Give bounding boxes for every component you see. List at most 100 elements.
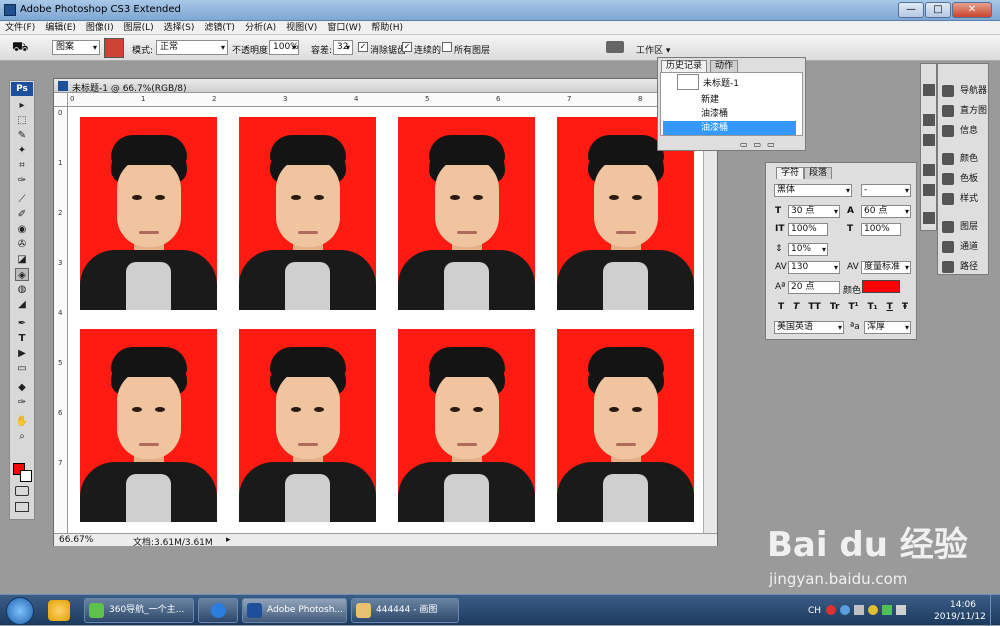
dock-styles[interactable]: 样式: [938, 190, 1000, 208]
dock-color[interactable]: 颜色: [938, 150, 1000, 168]
volume-icon[interactable]: [896, 605, 906, 615]
dock-histogram[interactable]: 直方图: [938, 102, 1000, 120]
history-item-paint-bucket-selected[interactable]: 油漆桶: [663, 121, 796, 135]
tab-paragraph[interactable]: 段落: [804, 167, 833, 179]
snapshot-thumbnail[interactable]: [677, 74, 699, 90]
brush-tool-icon[interactable]: ✐: [15, 208, 29, 221]
notes-tool-icon[interactable]: ◆: [15, 381, 29, 394]
help-icon[interactable]: [840, 605, 850, 615]
status-menu-arrow[interactable]: ▸: [226, 535, 231, 545]
language-select[interactable]: 美国英语: [774, 321, 844, 334]
subscript-button[interactable]: T₁: [868, 302, 878, 312]
underline-button[interactable]: T: [887, 302, 893, 312]
type-tool-icon[interactable]: T: [15, 332, 29, 345]
text-color-swatch[interactable]: [862, 280, 900, 293]
baseline-shift-input[interactable]: 20 点: [788, 281, 840, 294]
menu-file[interactable]: 文件(F): [0, 21, 40, 34]
menu-help[interactable]: 帮助(H): [366, 21, 408, 34]
layer-comps-icon[interactable]: [923, 134, 935, 146]
tab-actions[interactable]: 动作: [710, 60, 739, 72]
tolerance-input[interactable]: 32: [333, 40, 353, 55]
network-icon[interactable]: [882, 605, 892, 615]
tray-app-icon[interactable]: [868, 605, 878, 615]
menu-select[interactable]: 选择(S): [159, 21, 200, 34]
palette-well-icon[interactable]: [606, 41, 624, 53]
history-item-new[interactable]: 新建: [663, 93, 796, 107]
rectangle-tool-icon[interactable]: ▭: [15, 362, 29, 375]
menu-layer[interactable]: 图层(L): [119, 21, 159, 34]
eraser-tool-icon[interactable]: ◪: [15, 253, 29, 266]
tray-icon[interactable]: [826, 605, 836, 615]
menu-window[interactable]: 窗口(W): [322, 21, 366, 34]
baseline-scale-input[interactable]: 10%: [788, 243, 828, 256]
path-selection-tool-icon[interactable]: ▶: [15, 347, 29, 360]
move-tool-icon[interactable]: ▸: [15, 99, 29, 112]
paint-bucket-tool-preset-icon[interactable]: ⛟: [12, 40, 38, 56]
menu-edit[interactable]: 编辑(E): [40, 21, 81, 34]
snapshot-name[interactable]: 未标题-1: [703, 76, 739, 89]
faux-italic-button[interactable]: T: [793, 302, 799, 312]
tab-character[interactable]: 字符: [776, 167, 805, 179]
leading-input[interactable]: 60 点: [861, 205, 911, 218]
dock-navigator[interactable]: 导航器: [938, 82, 1000, 100]
close-button[interactable]: ✕: [952, 2, 992, 18]
dock-swatches[interactable]: 色板: [938, 170, 1000, 188]
font-style-select[interactable]: -: [861, 184, 911, 197]
history-panel-buttons[interactable]: ▭▭▭: [740, 140, 800, 149]
slice-tool-icon[interactable]: ✑: [15, 174, 29, 187]
clock-time[interactable]: 14:06: [950, 600, 976, 610]
background-color-swatch[interactable]: [20, 470, 32, 482]
quick-mask-icon[interactable]: [15, 486, 29, 496]
eyedropper-tool-icon[interactable]: ✑: [15, 396, 29, 409]
clone-source-icon[interactable]: [923, 212, 935, 224]
tab-history[interactable]: 历史记录: [661, 60, 708, 72]
task-sogou[interactable]: [198, 598, 238, 623]
screen-mode-icon[interactable]: [15, 502, 29, 512]
character-icon[interactable]: [923, 164, 935, 176]
lasso-tool-icon[interactable]: ✎: [15, 129, 29, 142]
healing-brush-tool-icon[interactable]: ⟋: [15, 193, 29, 206]
input-language[interactable]: CH: [808, 606, 821, 616]
maximize-button[interactable]: □: [925, 2, 951, 18]
dock-channels[interactable]: 通道: [938, 238, 1000, 256]
dock-info[interactable]: 信息: [938, 122, 1000, 140]
horizontal-scale-input[interactable]: 100%: [861, 223, 901, 236]
zoom-level[interactable]: 66.67%: [59, 535, 93, 545]
brushes-icon[interactable]: [923, 84, 935, 96]
history-item-paint-bucket[interactable]: 油漆桶: [663, 107, 796, 121]
font-family-select[interactable]: 黑体: [774, 184, 852, 197]
all-layers-checkbox[interactable]: [442, 42, 452, 52]
faux-bold-button[interactable]: T: [778, 302, 784, 312]
task-photoshop[interactable]: Adobe Photosh...: [242, 598, 347, 623]
menu-image[interactable]: 图像(I): [81, 21, 119, 34]
quicklaunch-icon[interactable]: [48, 600, 70, 621]
opacity-input[interactable]: 100%: [269, 40, 299, 55]
pen-tool-icon[interactable]: ✒: [15, 317, 29, 330]
crop-tool-icon[interactable]: ⌗: [15, 159, 29, 172]
tracking-input[interactable]: 130: [788, 261, 840, 274]
minimize-button[interactable]: —: [898, 2, 924, 18]
menu-analysis[interactable]: 分析(A): [240, 21, 281, 34]
tool-presets-icon[interactable]: [923, 114, 935, 126]
document-titlebar[interactable]: 未标题-1 @ 66.7%(RGB/8): [54, 79, 717, 94]
dock-layers[interactable]: 图层: [938, 218, 1000, 236]
superscript-button[interactable]: T¹: [848, 302, 858, 312]
show-desktop-button[interactable]: [990, 595, 1000, 626]
antialias-method-select[interactable]: 浑厚: [864, 321, 911, 334]
dodge-tool-icon[interactable]: ◢: [15, 298, 29, 311]
clone-stamp-tool-icon[interactable]: ◉: [15, 223, 29, 236]
vertical-scrollbar[interactable]: [703, 107, 717, 533]
zoom-tool-icon[interactable]: ⌕: [15, 430, 29, 443]
keyboard-icon[interactable]: [854, 605, 864, 615]
menu-filter[interactable]: 滤镜(T): [199, 21, 240, 34]
marquee-tool-icon[interactable]: ⬚: [15, 114, 29, 127]
document-canvas[interactable]: [68, 107, 703, 533]
hand-tool-icon[interactable]: ✋: [15, 415, 29, 428]
ruler-left[interactable]: 0 1 2 3 4 5 6 7: [54, 107, 68, 533]
paragraph-icon[interactable]: [923, 184, 935, 196]
history-brush-tool-icon[interactable]: ✇: [15, 238, 29, 251]
magic-wand-tool-icon[interactable]: ✦: [15, 144, 29, 157]
all-caps-button[interactable]: TT: [808, 302, 821, 312]
start-button[interactable]: [6, 597, 34, 625]
ruler-top[interactable]: 0 1 2 3 4 5 6 7 8 9: [68, 93, 717, 107]
